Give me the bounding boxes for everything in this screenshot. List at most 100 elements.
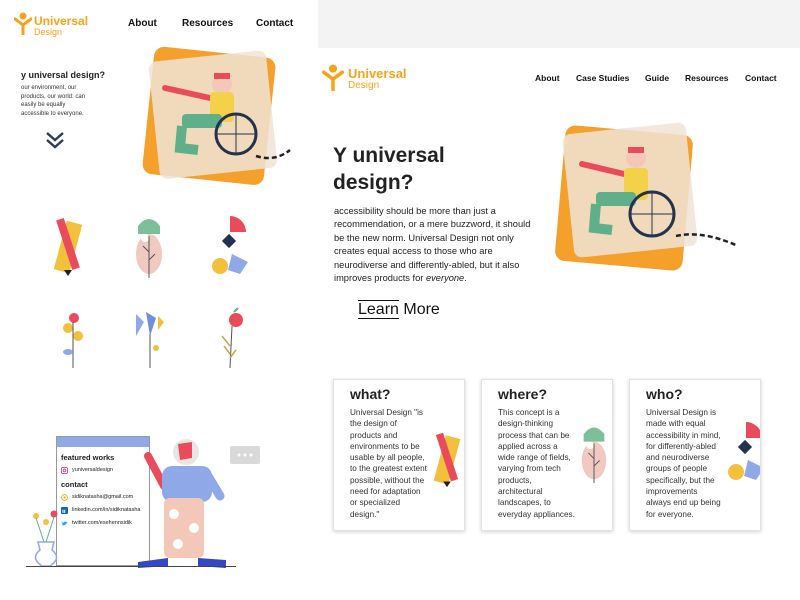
- left-nav-contact[interactable]: Contact: [256, 18, 293, 29]
- card-line: products,: [498, 475, 532, 485]
- pencil-tile-icon: [53, 218, 83, 276]
- left-logo[interactable]: Universal Design: [14, 12, 94, 38]
- left-hero-line: our environment, our: [21, 85, 77, 91]
- right-nav-contact[interactable]: Contact: [745, 73, 777, 83]
- right-nav-resources[interactable]: Resources: [685, 73, 728, 83]
- card-line: design.": [350, 509, 380, 519]
- right-logo-subtitle: Design: [348, 80, 380, 91]
- card-line: made with equal: [646, 419, 706, 429]
- right-nav-guide[interactable]: Guide: [645, 73, 669, 83]
- contact-title: contact: [61, 480, 88, 489]
- card-what: what? Universal Design "is the design of…: [333, 379, 465, 531]
- card-line: for differently-abled: [646, 441, 716, 451]
- card-what-body: Universal Design "is the design of produ…: [350, 407, 427, 520]
- card-line: everyday appliances.: [498, 509, 575, 519]
- card-who: who? Universal Design is made with equal…: [629, 379, 761, 531]
- wheat-tile-icon: [221, 307, 243, 368]
- right-nav-about[interactable]: About: [535, 73, 560, 83]
- right-hero-body: accessibility should be more than just a…: [334, 205, 530, 285]
- card-who-title: who?: [646, 386, 683, 402]
- double-chevron-down-icon[interactable]: [44, 130, 66, 150]
- instagram-handle: yuniversaldesign: [72, 467, 113, 473]
- card-line: environments to be: [350, 441, 420, 451]
- card-line: and neurodiverse: [646, 453, 710, 463]
- learn-more-suffix: More: [398, 301, 440, 318]
- hero-body-emphasis: everyone: [425, 273, 465, 284]
- flower-vase-icon: [33, 510, 58, 567]
- hero-body-line: neurodiverse and differently-abled, but …: [334, 259, 520, 270]
- card-line: for everyone.: [646, 509, 694, 519]
- linkedin-url: linkedin.com/in/sidiknatasha: [72, 507, 141, 513]
- card-line: products and: [350, 430, 398, 440]
- hero-body-line: be the new norm. Universal Design not on…: [334, 232, 514, 243]
- hero-body-line: accessibility should be more than just a: [334, 206, 496, 216]
- plant-icon: [581, 427, 607, 484]
- right-logo-title: Universal: [348, 66, 407, 81]
- hero-body-last-line: improves products for everyone.: [334, 272, 530, 285]
- ground-line: [26, 566, 236, 567]
- card-line: varying from tech: [498, 464, 561, 474]
- hero-body-line: recommendation, or a mere buzzword, it s…: [334, 219, 531, 230]
- hero-body-line: creates equal access to those who are: [334, 246, 493, 257]
- card-line: possible, without the: [350, 475, 425, 485]
- hero-body-suffix: .: [464, 273, 467, 284]
- logo-figure-icon: [322, 64, 344, 91]
- left-nav-resources[interactable]: Resources: [182, 18, 233, 29]
- card-line: the design of: [350, 419, 397, 429]
- card-line: usable by all people,: [350, 453, 425, 463]
- card-line: design-thinking: [498, 419, 554, 429]
- left-hero-line: accessible to everyone.: [21, 110, 84, 117]
- right-hero-title: Y universal design?: [333, 142, 445, 196]
- left-nav-about[interactable]: About: [128, 18, 157, 29]
- left-hero-title: y universal design?: [21, 70, 106, 80]
- card-line: specifically, but the: [646, 475, 715, 485]
- plant-tile-icon: [136, 219, 162, 278]
- learn-more-button[interactable]: Learn More: [358, 300, 440, 319]
- card-line: This concept is a: [498, 408, 560, 417]
- left-hero-line: products, our world: can: [21, 93, 86, 100]
- card-line: landscapes, to: [498, 498, 551, 508]
- twitter-handle: twitter.com/esehennsidik: [72, 520, 132, 526]
- card-who-body: Universal Design is made with equal acce…: [646, 407, 721, 520]
- desktop-mockup-panel: Universal Design About Case Studies Guid…: [318, 48, 800, 600]
- left-logo-title: Universal: [34, 14, 89, 28]
- card-what-title: what?: [350, 386, 391, 402]
- card-line: Universal Design is: [646, 408, 717, 417]
- card-line: wide range of fields,: [498, 453, 571, 463]
- mobile-mockup-panel: Universal Design About Resources Contact…: [0, 0, 318, 600]
- card-line: process that can be: [498, 430, 570, 440]
- card-where-title: where?: [498, 386, 548, 402]
- wheelchair-illustration-icon: [142, 46, 291, 185]
- card-line: accessibility in mind,: [646, 430, 721, 440]
- geometric-tile-icon: [212, 216, 248, 274]
- geometric-shapes-icon: [728, 422, 760, 480]
- left-hero-line: easily be equally: [21, 102, 66, 109]
- hero-body-prefix: improves products for: [334, 273, 426, 284]
- logo-figure-icon: [14, 12, 32, 35]
- card-line: improvements: [646, 487, 698, 497]
- card-line: need for adaptation: [350, 487, 421, 497]
- instagram-icon: [61, 467, 68, 474]
- card-line: applied across a: [498, 441, 558, 451]
- card-line: architectural: [498, 487, 543, 497]
- card-line: to the greatest extent: [350, 464, 427, 474]
- card-where: where? This concept is a design-thinking…: [481, 379, 613, 531]
- speech-bubble-icon: [230, 446, 260, 464]
- featured-works-title: featured works: [61, 453, 115, 462]
- flower-tile-icon: [63, 313, 83, 368]
- right-logo[interactable]: Universal Design: [322, 64, 422, 94]
- email-address: sidiknatasha@gmail.com: [72, 494, 134, 500]
- left-hero-body: our environment, our products, our world…: [21, 84, 85, 118]
- card-line: always end up being: [646, 498, 721, 508]
- card-line: Universal Design "is: [350, 408, 423, 417]
- card-line: groups of people: [646, 464, 707, 474]
- learn-more-underlined: Learn: [358, 300, 399, 319]
- email-icon: [61, 494, 68, 501]
- hero-title-line: design?: [333, 171, 414, 194]
- card-line: or specialized: [350, 498, 401, 508]
- waving-person-icon: [138, 439, 226, 568]
- right-nav-case-studies[interactable]: Case Studies: [576, 73, 629, 83]
- tulip-tile-icon: [136, 312, 164, 368]
- card-where-body: This concept is a design-thinking proces…: [498, 407, 575, 520]
- hero-title-line: Y universal: [333, 144, 445, 167]
